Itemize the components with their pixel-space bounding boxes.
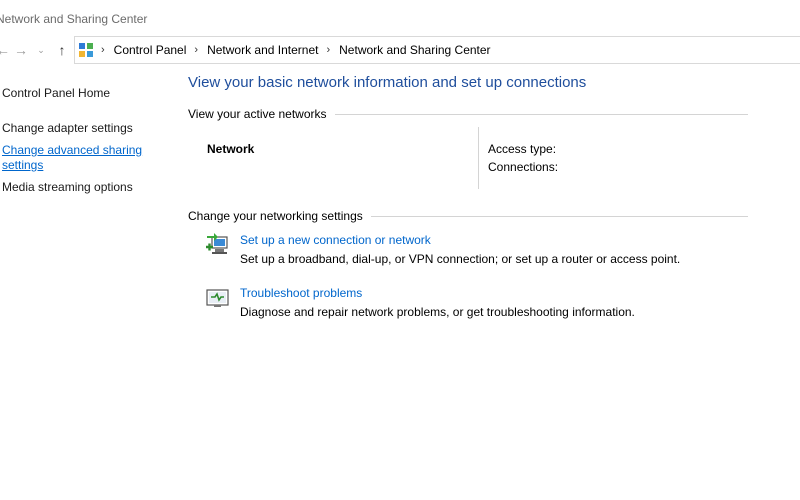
window-title: Network and Sharing Center xyxy=(0,12,148,26)
set-up-new-connection-description: Set up a broadband, dial-up, or VPN conn… xyxy=(240,252,681,266)
divider xyxy=(334,113,748,115)
arrow-left-icon: ← xyxy=(0,42,10,58)
set-up-new-connection-link[interactable]: Set up a new connection or network xyxy=(240,233,431,247)
connections-label: Connections: xyxy=(488,160,559,174)
chevron-down-icon: ⌄ xyxy=(37,44,45,55)
networking-settings-heading: Change your networking settings xyxy=(188,209,748,223)
breadcrumb-control-panel[interactable]: Control Panel xyxy=(114,43,187,57)
arrow-up-icon: ↑ xyxy=(58,42,66,58)
sidebar-item-change-adapter-settings[interactable]: Change adapter settings xyxy=(2,121,133,136)
chevron-right-icon: › xyxy=(101,44,105,56)
access-type-label: Access type: xyxy=(488,142,557,156)
control-panel-icon xyxy=(79,43,93,57)
breadcrumb-network-and-internet[interactable]: Network and Internet xyxy=(207,43,318,57)
address-bar[interactable]: › Control Panel › Network and Internet ›… xyxy=(74,36,800,64)
breadcrumb-network-and-sharing-center[interactable]: Network and Sharing Center xyxy=(339,43,490,57)
chevron-right-icon[interactable]: › xyxy=(194,44,198,56)
sidebar-item-change-advanced-sharing-settings[interactable]: Change advanced sharing settings xyxy=(2,143,152,173)
forward-button[interactable]: → xyxy=(12,40,30,60)
navigation-bar: ← → ⌄ ↑ › Control Panel › Network and In… xyxy=(0,36,800,64)
active-networks-heading: View your active networks xyxy=(188,107,748,121)
recent-locations-button[interactable]: ⌄ xyxy=(32,40,50,60)
arrow-right-icon: → xyxy=(14,42,28,58)
networking-settings-heading-label: Change your networking settings xyxy=(188,209,363,223)
troubleshoot-problems-description: Diagnose and repair network problems, or… xyxy=(240,305,635,319)
up-button[interactable]: ↑ xyxy=(53,40,71,60)
troubleshoot-problems-link[interactable]: Troubleshoot problems xyxy=(240,286,362,300)
divider xyxy=(478,127,479,189)
new-connection-icon xyxy=(206,233,230,257)
active-networks-heading-label: View your active networks xyxy=(188,107,327,121)
sidebar-item-media-streaming-options[interactable]: Media streaming options xyxy=(2,180,133,195)
sidebar-item-control-panel-home[interactable]: Control Panel Home xyxy=(2,86,110,101)
page-title: View your basic network information and … xyxy=(188,74,587,91)
back-button[interactable]: ← xyxy=(0,40,12,60)
troubleshoot-icon xyxy=(206,286,230,310)
divider xyxy=(370,215,748,217)
chevron-right-icon[interactable]: › xyxy=(326,44,330,56)
network-name: Network xyxy=(207,142,255,156)
